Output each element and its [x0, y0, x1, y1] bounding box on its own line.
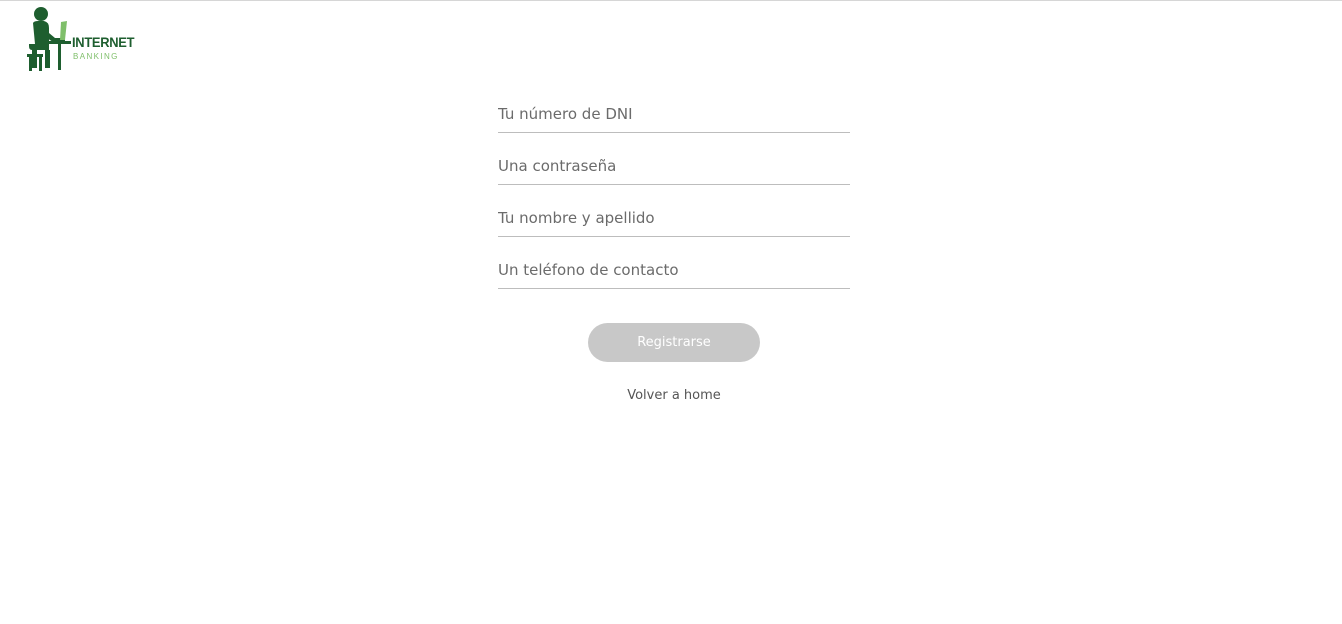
- fullname-input[interactable]: [498, 206, 850, 230]
- phone-field-wrapper: [498, 252, 850, 289]
- logo-subtitle: BANKING: [73, 52, 119, 61]
- register-form: [498, 96, 850, 304]
- person-at-laptop-icon: [27, 7, 71, 71]
- fullname-field-wrapper: [498, 200, 850, 237]
- password-input[interactable]: [498, 154, 850, 178]
- dni-field-wrapper: [498, 96, 850, 133]
- dni-input[interactable]: [498, 102, 850, 126]
- phone-input[interactable]: [498, 258, 850, 282]
- register-button[interactable]: Registrarse: [588, 323, 760, 362]
- internet-banking-logo: INTERNET BANKING: [25, 6, 135, 74]
- password-field-wrapper: [498, 148, 850, 185]
- register-page: INTERNET BANKING Registrarse Volver a ho…: [0, 0, 1342, 624]
- back-to-home-link[interactable]: Volver a home: [588, 387, 760, 405]
- logo-title: INTERNET: [72, 34, 135, 50]
